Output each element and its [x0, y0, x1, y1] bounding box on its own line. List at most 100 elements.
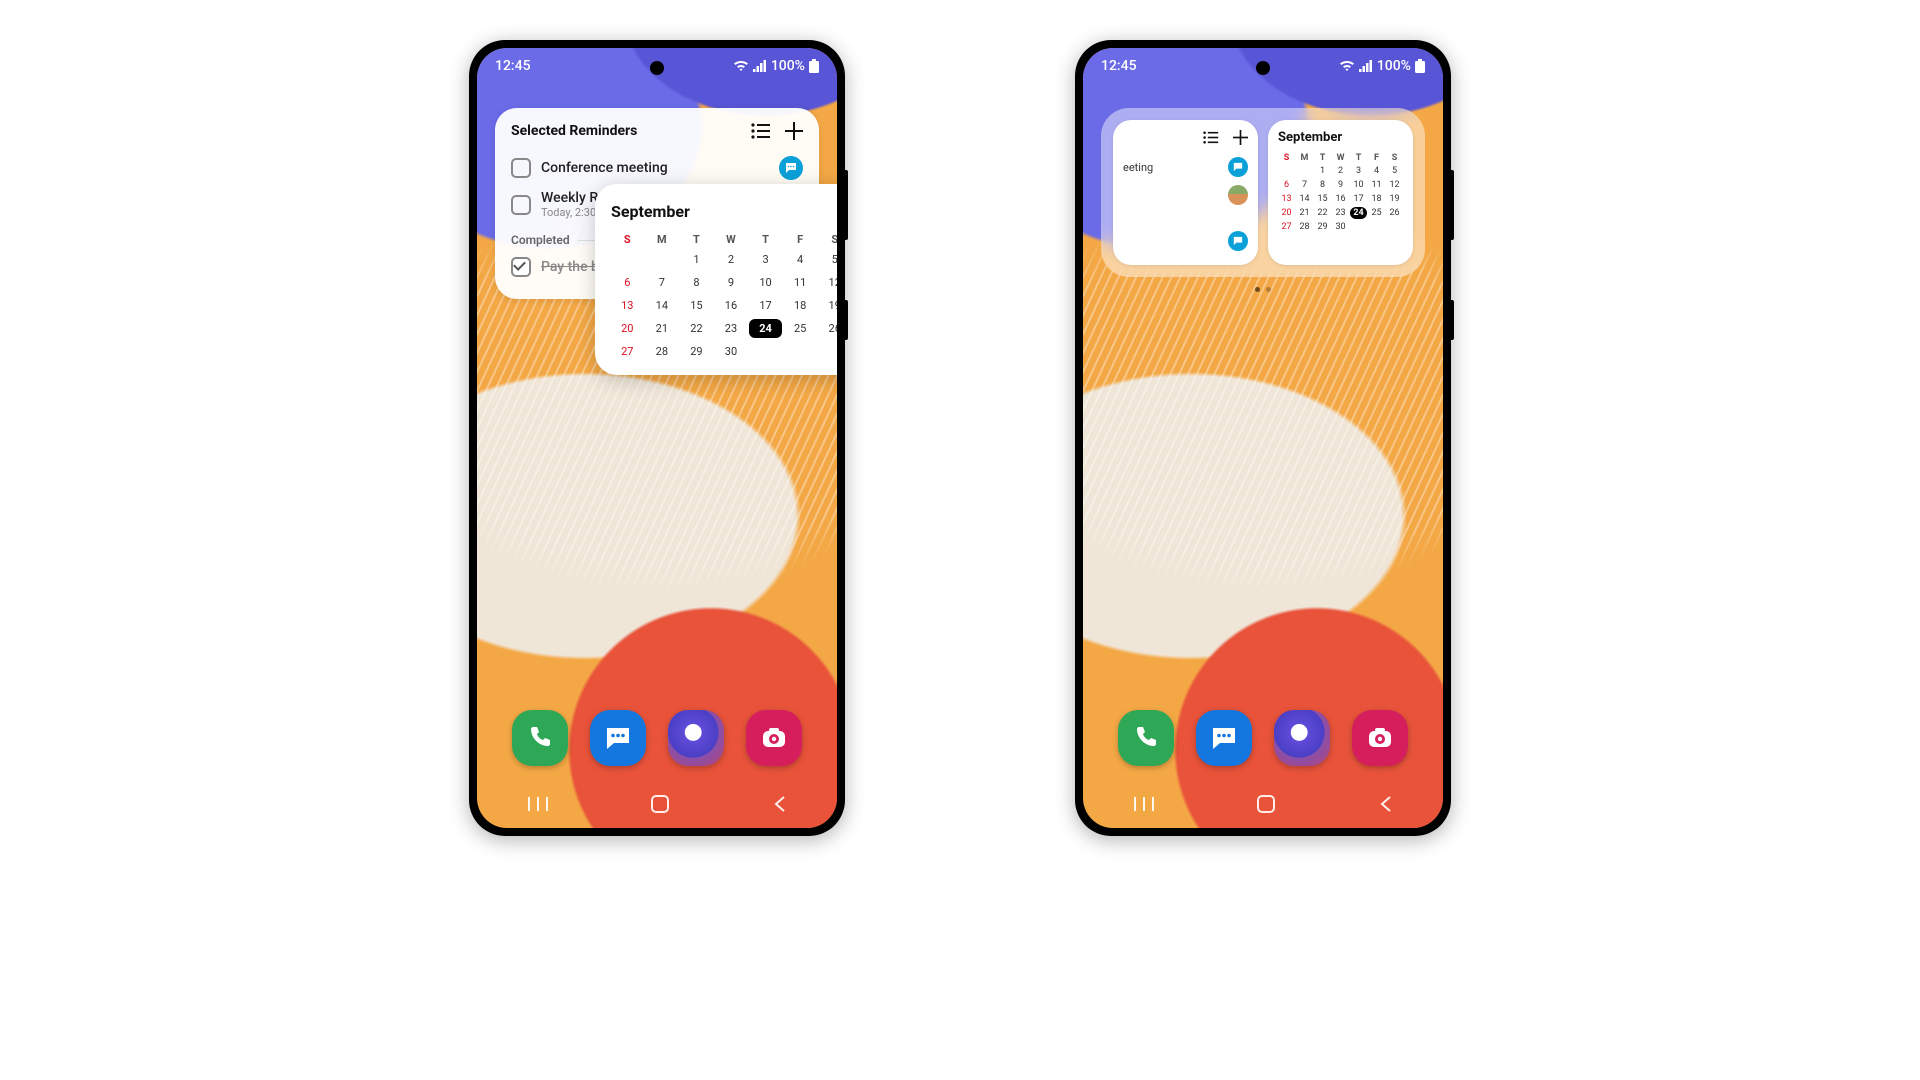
messages-app[interactable]: [1196, 710, 1252, 766]
cal-day[interactable]: 16: [715, 296, 748, 315]
cal-day[interactable]: 26: [1386, 207, 1403, 219]
browser-app[interactable]: [668, 710, 724, 766]
cal-day[interactable]: 30: [715, 342, 748, 361]
cal-day-header: W: [715, 233, 748, 246]
cal-day[interactable]: 5: [1386, 165, 1403, 177]
recents-button[interactable]: [528, 797, 548, 811]
chat-icon[interactable]: [1228, 157, 1248, 177]
cal-day[interactable]: 26: [818, 319, 837, 338]
signal-icon: [1359, 60, 1373, 72]
cal-day[interactable]: 6: [611, 273, 644, 292]
reminder-row[interactable]: eeting: [1123, 153, 1248, 181]
reminder-row[interactable]: [1123, 227, 1248, 255]
cal-day[interactable]: 21: [1296, 207, 1313, 219]
cal-day[interactable]: 18: [784, 296, 817, 315]
camera-app[interactable]: [1352, 710, 1408, 766]
home-button[interactable]: [651, 795, 669, 813]
cal-day[interactable]: 1: [1314, 165, 1331, 177]
cal-day[interactable]: 19: [1386, 193, 1403, 205]
cal-day[interactable]: 8: [680, 273, 713, 292]
cal-day[interactable]: 27: [1278, 221, 1295, 233]
cal-day[interactable]: 24: [749, 319, 782, 338]
reminders-widget-mini[interactable]: eeting: [1113, 120, 1258, 265]
cal-day[interactable]: 2: [715, 250, 748, 269]
cal-day[interactable]: 2: [1332, 165, 1349, 177]
cal-day[interactable]: 13: [1278, 193, 1295, 205]
cal-day[interactable]: 27: [611, 342, 644, 361]
cal-day[interactable]: 6: [1278, 179, 1295, 191]
cal-day[interactable]: 1: [680, 250, 713, 269]
cal-day[interactable]: 17: [749, 296, 782, 315]
cal-day-header: S: [1278, 153, 1295, 163]
home-button[interactable]: [1257, 795, 1275, 813]
cal-day[interactable]: 17: [1350, 193, 1367, 205]
cal-day[interactable]: 23: [715, 319, 748, 338]
cal-day[interactable]: 16: [1332, 193, 1349, 205]
cal-day[interactable]: 22: [680, 319, 713, 338]
cal-day[interactable]: 14: [1296, 193, 1313, 205]
checkbox-icon[interactable]: [511, 158, 531, 178]
checkbox-checked-icon[interactable]: [511, 257, 531, 277]
cal-day[interactable]: 11: [1368, 179, 1385, 191]
cal-day[interactable]: 19: [818, 296, 837, 315]
reminder-row[interactable]: [1123, 181, 1248, 209]
chat-icon[interactable]: [1228, 231, 1248, 251]
cal-day[interactable]: 14: [646, 296, 679, 315]
cal-day[interactable]: 24: [1350, 207, 1367, 219]
cal-day: [818, 342, 837, 361]
cal-day[interactable]: 8: [1314, 179, 1331, 191]
cal-day[interactable]: 4: [1368, 165, 1385, 177]
checkbox-icon[interactable]: [511, 195, 531, 215]
widget-stack[interactable]: eeting September SMTWTFS12345: [1101, 108, 1425, 277]
calendar-widget-mini[interactable]: September SMTWTFS12345678910111213141516…: [1268, 120, 1413, 265]
reminder-row[interactable]: Conference meeting: [511, 152, 803, 184]
calendar-month: September: [611, 202, 837, 221]
cal-day[interactable]: 21: [646, 319, 679, 338]
calendar-widget[interactable]: September SMTWTFS12345678910111213141516…: [595, 184, 837, 375]
cal-day[interactable]: 7: [646, 273, 679, 292]
back-button[interactable]: [772, 795, 786, 813]
cal-day[interactable]: 9: [1332, 179, 1349, 191]
cal-day[interactable]: 22: [1314, 207, 1331, 219]
cal-day[interactable]: 29: [1314, 221, 1331, 233]
cal-day[interactable]: 11: [784, 273, 817, 292]
cal-day[interactable]: 10: [749, 273, 782, 292]
cal-day[interactable]: 29: [680, 342, 713, 361]
plus-icon[interactable]: [1233, 130, 1248, 145]
cal-day-header: T: [749, 233, 782, 246]
cal-day[interactable]: 9: [715, 273, 748, 292]
cal-day[interactable]: 3: [749, 250, 782, 269]
cal-day[interactable]: 10: [1350, 179, 1367, 191]
messages-app[interactable]: [590, 710, 646, 766]
cal-day[interactable]: 30: [1332, 221, 1349, 233]
browser-app[interactable]: [1274, 710, 1330, 766]
cal-day[interactable]: 3: [1350, 165, 1367, 177]
cal-day[interactable]: 13: [611, 296, 644, 315]
cal-day[interactable]: 5: [818, 250, 837, 269]
list-icon[interactable]: [1203, 131, 1219, 144]
cal-day[interactable]: 12: [818, 273, 837, 292]
camera-app[interactable]: [746, 710, 802, 766]
cal-day[interactable]: 15: [1314, 193, 1331, 205]
cal-day[interactable]: 20: [611, 319, 644, 338]
list-icon[interactable]: [751, 123, 771, 139]
cal-day[interactable]: 28: [646, 342, 679, 361]
cal-day[interactable]: 28: [1296, 221, 1313, 233]
cal-day[interactable]: 7: [1296, 179, 1313, 191]
cal-day[interactable]: 4: [784, 250, 817, 269]
cal-day[interactable]: 15: [680, 296, 713, 315]
recents-button[interactable]: [1134, 797, 1154, 811]
cal-day[interactable]: 23: [1332, 207, 1349, 219]
cal-day[interactable]: 18: [1368, 193, 1385, 205]
chat-icon[interactable]: [779, 156, 803, 180]
cal-day[interactable]: 20: [1278, 207, 1295, 219]
cal-day-header: T: [1314, 153, 1331, 163]
phone-app[interactable]: [1118, 710, 1174, 766]
back-button[interactable]: [1378, 795, 1392, 813]
phone-app[interactable]: [512, 710, 568, 766]
cal-day[interactable]: 25: [784, 319, 817, 338]
cal-day[interactable]: 12: [1386, 179, 1403, 191]
cal-day[interactable]: 25: [1368, 207, 1385, 219]
plus-icon[interactable]: [785, 122, 803, 140]
cal-day-header: W: [1332, 153, 1349, 163]
